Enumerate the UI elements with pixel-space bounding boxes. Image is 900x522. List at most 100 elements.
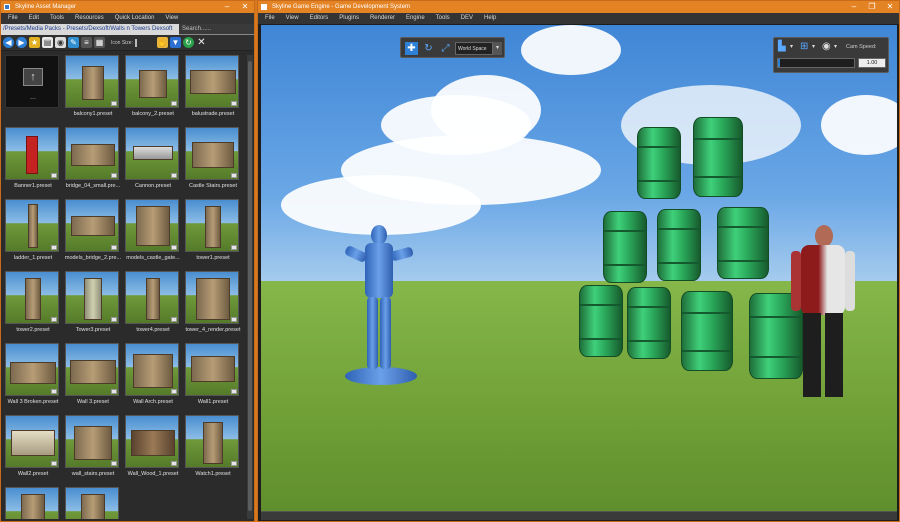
cam-speed-input[interactable]: 1.00 — [858, 58, 886, 68]
asset-item[interactable] — [63, 487, 123, 519]
folder-up-item[interactable]: ↑ ... — [3, 55, 63, 125]
scale-icon[interactable]: ⤢ — [439, 42, 452, 55]
icon-size-label: Icon Size: — [111, 39, 133, 46]
maximize-button[interactable]: ❐ — [863, 1, 881, 13]
search-input[interactable]: Search...... — [179, 24, 254, 35]
menu-editors[interactable]: Editors — [306, 13, 336, 24]
asset-item[interactable]: Wall Arch.preset — [123, 343, 183, 413]
menu-engine[interactable]: Engine — [402, 13, 432, 24]
chevron-down-icon[interactable]: ▾ — [493, 42, 502, 55]
close-panel-icon[interactable]: ✕ — [196, 37, 207, 48]
asset-item[interactable]: wall_stairs.preset — [63, 415, 123, 485]
hand-icon[interactable]: ✋ — [156, 37, 168, 48]
scene-viewport[interactable]: ✚ ↻ ⤢ World Space ▾ ▙ ▾ ⊞ ▾ ◉ ▾ Cam Spee… — [261, 25, 897, 511]
menu-help[interactable]: Help — [480, 13, 503, 24]
asset-thumbnail — [185, 343, 239, 396]
asset-label: tower_4_render.preset — [185, 327, 241, 333]
asset-label: Wall 3.preset — [77, 399, 109, 405]
menu-resources[interactable]: Resources — [71, 13, 111, 24]
asset-item[interactable]: tower2.preset — [3, 271, 63, 341]
menu-view[interactable]: View — [282, 13, 306, 24]
asset-toolbar: ◀ ▶ ★ ▤ ◉ ✎ ≡ ▦ Icon Size: ✋ ▼ ↻ ✕ — [1, 35, 254, 51]
asset-item[interactable]: ladder_1.preset — [3, 199, 63, 269]
asset-thumbnail — [125, 55, 179, 108]
camera-icon[interactable]: ◉ — [55, 37, 66, 48]
rotate-icon[interactable]: ↻ — [422, 42, 435, 55]
refresh-icon[interactable]: ↻ — [182, 37, 194, 48]
pipette-icon[interactable]: ✎ — [68, 37, 79, 48]
path-field[interactable]: /Presets/Media Packs - Presets/Dexsoft/W… — [1, 24, 179, 35]
menu-tools[interactable]: Tools — [432, 13, 457, 24]
chevron-down-icon[interactable]: ▾ — [790, 41, 793, 53]
transform-space-select[interactable]: World Space — [455, 42, 493, 55]
asset-item[interactable]: balustrade.preset — [183, 55, 243, 125]
asset-item[interactable]: tower4.preset — [123, 271, 183, 341]
asset-manager-title: Skyline Asset Manager — [15, 4, 77, 10]
asset-item[interactable]: Castle Stairs.preset — [183, 127, 243, 197]
close-button[interactable]: ✕ — [881, 1, 899, 13]
minimize-button[interactable]: – — [845, 1, 863, 13]
asset-item[interactable]: bridge_04_small.pre... — [63, 127, 123, 197]
transform-toolbox: ✚ ↻ ⤢ World Space ▾ — [400, 37, 505, 58]
asset-thumbnail — [5, 271, 59, 324]
app-icon — [4, 4, 10, 10]
menu-tools[interactable]: Tools — [46, 13, 71, 24]
list-view-icon[interactable]: ≡ — [81, 37, 92, 48]
game-engine-window: Skyline Game Engine - Game Development S… — [257, 0, 900, 522]
asset-thumbnail — [125, 415, 179, 468]
move-icon[interactable]: ✚ — [405, 42, 418, 55]
grid-view-icon[interactable]: ▦ — [94, 37, 105, 48]
asset-item[interactable]: models_castle_gate... — [123, 199, 183, 269]
asset-item[interactable]: Wall_Wood_1.preset — [123, 415, 183, 485]
menu-plugins[interactable]: Plugins — [335, 13, 366, 24]
close-button[interactable]: ✕ — [236, 1, 254, 13]
menu-file[interactable]: File — [4, 13, 25, 24]
asset-label: Wall_Wood_1.preset — [127, 471, 179, 477]
asset-label: tower2.preset — [16, 327, 50, 333]
chevron-down-icon[interactable]: ▾ — [812, 41, 815, 53]
asset-item[interactable]: balcony_2.preset — [123, 55, 183, 125]
menu-edit[interactable]: Edit — [25, 13, 46, 24]
asset-thumbnail — [125, 127, 179, 180]
asset-label: models_bridge_2.pre... — [64, 255, 122, 261]
asset-item[interactable]: Wall1.preset — [183, 343, 243, 413]
forward-icon[interactable]: ▶ — [16, 37, 27, 48]
cam-speed-slider[interactable] — [777, 58, 855, 68]
asset-item[interactable] — [3, 487, 63, 519]
asset-item[interactable]: Wall2.preset — [3, 415, 63, 485]
asset-label: balustrade.preset — [191, 111, 235, 117]
menu-renderer[interactable]: Renderer — [366, 13, 402, 24]
asset-item[interactable]: Watch1.preset — [183, 415, 243, 485]
asset-thumbnail — [125, 343, 179, 396]
chevron-down-icon[interactable]: ▾ — [834, 41, 837, 53]
menu-view[interactable]: View — [161, 13, 185, 24]
back-icon[interactable]: ◀ — [3, 37, 14, 48]
file-icon[interactable]: ▤ — [42, 37, 53, 48]
camera-toolbox: ▙ ▾ ⊞ ▾ ◉ ▾ Cam Speed: 1.00 — [773, 37, 889, 73]
asset-item[interactable]: Wall 3.preset — [63, 343, 123, 413]
asset-label: Banner1.preset — [14, 183, 52, 189]
asset-thumbnail — [65, 199, 119, 252]
asset-item[interactable]: models_bridge_2.pre... — [63, 199, 123, 269]
asset-item[interactable]: Wall 3 Broken.preset — [3, 343, 63, 413]
icon-size-slider[interactable] — [134, 38, 137, 47]
minimize-button[interactable]: – — [218, 1, 236, 13]
asset-thumbnail — [125, 271, 179, 324]
asset-item[interactable]: Banner1.preset — [3, 127, 63, 197]
asset-manager-window: Skyline Asset Manager – ✕ File Edit Tool… — [0, 0, 255, 522]
menu-quick-location[interactable]: Quick Location — [111, 13, 162, 24]
menu-dev[interactable]: DEV — [457, 13, 480, 24]
asset-item[interactable]: balcony1.preset — [63, 55, 123, 125]
asset-label: tower4.preset — [136, 327, 170, 333]
favorite-icon[interactable]: ★ — [29, 37, 40, 48]
asset-label: models_castle_gate... — [126, 255, 180, 261]
asset-item[interactable]: Cannon.preset — [123, 127, 183, 197]
asset-item[interactable]: tower1.preset — [183, 199, 243, 269]
asset-item[interactable]: Tower3.preset — [63, 271, 123, 341]
asset-label: wall_stairs.preset — [71, 471, 115, 477]
import-icon[interactable]: ▼ — [169, 37, 181, 48]
asset-scrollbar[interactable] — [247, 55, 253, 519]
asset-label: Tower3.preset — [75, 327, 111, 333]
asset-item[interactable]: tower_4_render.preset — [183, 271, 243, 341]
menu-file[interactable]: File — [261, 13, 282, 24]
